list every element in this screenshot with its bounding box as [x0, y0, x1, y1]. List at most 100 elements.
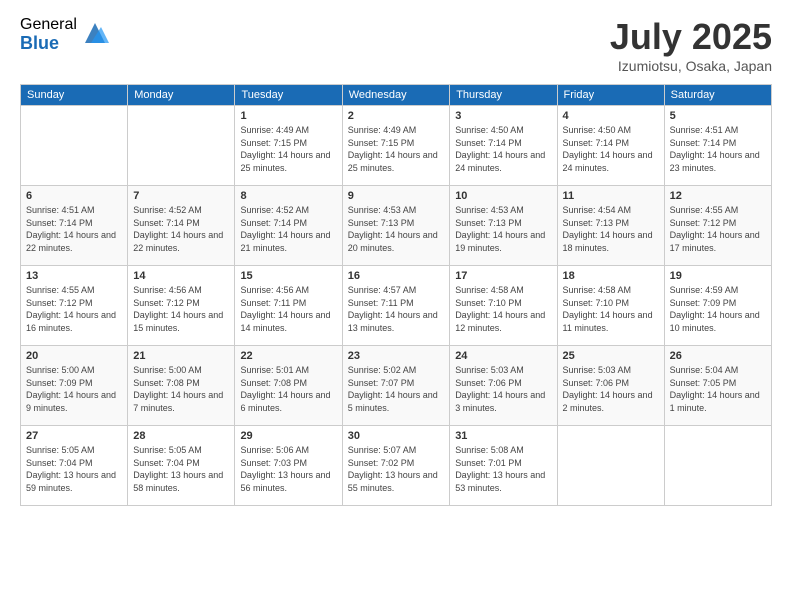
day-detail: Sunrise: 5:04 AM Sunset: 7:05 PM Dayligh…: [670, 364, 766, 414]
calendar-week-row: 27 Sunrise: 5:05 AM Sunset: 7:04 PM Dayli…: [21, 426, 772, 506]
day-detail: Sunrise: 4:51 AM Sunset: 7:14 PM Dayligh…: [26, 204, 122, 254]
calendar-day-cell: [664, 426, 771, 506]
calendar-week-row: 6 Sunrise: 4:51 AM Sunset: 7:14 PM Daylig…: [21, 186, 772, 266]
calendar-day-cell: 2 Sunrise: 4:49 AM Sunset: 7:15 PM Daylig…: [342, 106, 449, 186]
day-detail: Sunrise: 4:55 AM Sunset: 7:12 PM Dayligh…: [670, 204, 766, 254]
day-detail: Sunrise: 5:03 AM Sunset: 7:06 PM Dayligh…: [563, 364, 659, 414]
day-detail: Sunrise: 4:56 AM Sunset: 7:11 PM Dayligh…: [240, 284, 336, 334]
calendar-week-row: 13 Sunrise: 4:55 AM Sunset: 7:12 PM Dayli…: [21, 266, 772, 346]
day-detail: Sunrise: 5:05 AM Sunset: 7:04 PM Dayligh…: [26, 444, 122, 494]
day-number: 10: [455, 190, 551, 202]
title-block: July 2025 Izumiotsu, Osaka, Japan: [610, 16, 772, 74]
day-number: 13: [26, 270, 122, 282]
day-of-week-header: Tuesday: [235, 85, 342, 106]
day-detail: Sunrise: 5:07 AM Sunset: 7:02 PM Dayligh…: [348, 444, 444, 494]
day-number: 4: [563, 110, 659, 122]
calendar-day-cell: 6 Sunrise: 4:51 AM Sunset: 7:14 PM Daylig…: [21, 186, 128, 266]
day-detail: Sunrise: 4:50 AM Sunset: 7:14 PM Dayligh…: [455, 124, 551, 174]
day-number: 27: [26, 430, 122, 442]
calendar-day-cell: 8Sunrise: 4:52 AM Sunset: 7:14 PM Daylig…: [235, 186, 342, 266]
calendar-day-cell: 19 Sunrise: 4:59 AM Sunset: 7:09 PM Dayli…: [664, 266, 771, 346]
calendar-day-cell: 9 Sunrise: 4:53 AM Sunset: 7:13 PM Daylig…: [342, 186, 449, 266]
day-number: 12: [670, 190, 766, 202]
calendar-day-cell: 11Sunrise: 4:54 AM Sunset: 7:13 PM Dayli…: [557, 186, 664, 266]
day-of-week-header: Thursday: [450, 85, 557, 106]
day-detail: Sunrise: 4:52 AM Sunset: 7:14 PM Dayligh…: [240, 204, 336, 254]
day-number: 26: [670, 350, 766, 362]
day-number: 29: [240, 430, 336, 442]
calendar-day-cell: 16Sunrise: 4:57 AM Sunset: 7:11 PM Dayli…: [342, 266, 449, 346]
day-number: 20: [26, 350, 122, 362]
day-detail: Sunrise: 4:58 AM Sunset: 7:10 PM Dayligh…: [455, 284, 551, 334]
calendar-week-row: 20 Sunrise: 5:00 AM Sunset: 7:09 PM Dayli…: [21, 346, 772, 426]
day-detail: Sunrise: 5:00 AM Sunset: 7:09 PM Dayligh…: [26, 364, 122, 414]
calendar-day-cell: 13 Sunrise: 4:55 AM Sunset: 7:12 PM Dayli…: [21, 266, 128, 346]
calendar-day-cell: 24 Sunrise: 5:03 AM Sunset: 7:06 PM Dayli…: [450, 346, 557, 426]
day-detail: Sunrise: 5:02 AM Sunset: 7:07 PM Dayligh…: [348, 364, 444, 414]
day-number: 28: [133, 430, 229, 442]
day-detail: Sunrise: 5:00 AM Sunset: 7:08 PM Dayligh…: [133, 364, 229, 414]
month-title: July 2025: [610, 16, 772, 58]
day-detail: Sunrise: 4:50 AM Sunset: 7:14 PM Dayligh…: [563, 124, 659, 174]
calendar-day-cell: 1Sunrise: 4:49 AM Sunset: 7:15 PM Daylig…: [235, 106, 342, 186]
calendar-day-cell: 27 Sunrise: 5:05 AM Sunset: 7:04 PM Dayli…: [21, 426, 128, 506]
day-detail: Sunrise: 5:01 AM Sunset: 7:08 PM Dayligh…: [240, 364, 336, 414]
logo-icon: [81, 19, 109, 47]
calendar-day-cell: [21, 106, 128, 186]
calendar-day-cell: 17 Sunrise: 4:58 AM Sunset: 7:10 PM Dayli…: [450, 266, 557, 346]
calendar-table: SundayMondayTuesdayWednesdayThursdayFrid…: [20, 84, 772, 506]
day-detail: Sunrise: 5:06 AM Sunset: 7:03 PM Dayligh…: [240, 444, 336, 494]
day-of-week-header: Wednesday: [342, 85, 449, 106]
day-number: 24: [455, 350, 551, 362]
calendar-week-row: 1Sunrise: 4:49 AM Sunset: 7:15 PM Daylig…: [21, 106, 772, 186]
day-number: 9: [348, 190, 444, 202]
day-number: 16: [348, 270, 444, 282]
day-detail: Sunrise: 5:05 AM Sunset: 7:04 PM Dayligh…: [133, 444, 229, 494]
calendar-day-cell: 12 Sunrise: 4:55 AM Sunset: 7:12 PM Dayli…: [664, 186, 771, 266]
calendar-day-cell: 20 Sunrise: 5:00 AM Sunset: 7:09 PM Dayli…: [21, 346, 128, 426]
calendar-day-cell: [128, 106, 235, 186]
calendar-day-cell: 25 Sunrise: 5:03 AM Sunset: 7:06 PM Dayli…: [557, 346, 664, 426]
day-number: 23: [348, 350, 444, 362]
day-number: 5: [670, 110, 766, 122]
day-detail: Sunrise: 5:03 AM Sunset: 7:06 PM Dayligh…: [455, 364, 551, 414]
day-detail: Sunrise: 4:52 AM Sunset: 7:14 PM Dayligh…: [133, 204, 229, 254]
day-detail: Sunrise: 4:49 AM Sunset: 7:15 PM Dayligh…: [240, 124, 336, 174]
day-detail: Sunrise: 4:55 AM Sunset: 7:12 PM Dayligh…: [26, 284, 122, 334]
day-number: 25: [563, 350, 659, 362]
calendar-day-cell: 21 Sunrise: 5:00 AM Sunset: 7:08 PM Dayli…: [128, 346, 235, 426]
calendar-day-cell: 23 Sunrise: 5:02 AM Sunset: 7:07 PM Dayli…: [342, 346, 449, 426]
logo-general: General: [20, 16, 77, 34]
day-number: 6: [26, 190, 122, 202]
day-of-week-header: Sunday: [21, 85, 128, 106]
day-detail: Sunrise: 4:53 AM Sunset: 7:13 PM Dayligh…: [348, 204, 444, 254]
calendar-day-cell: 4 Sunrise: 4:50 AM Sunset: 7:14 PM Daylig…: [557, 106, 664, 186]
day-detail: Sunrise: 4:54 AM Sunset: 7:13 PM Dayligh…: [563, 204, 659, 254]
day-number: 21: [133, 350, 229, 362]
day-detail: Sunrise: 4:59 AM Sunset: 7:09 PM Dayligh…: [670, 284, 766, 334]
calendar-day-cell: 14Sunrise: 4:56 AM Sunset: 7:12 PM Dayli…: [128, 266, 235, 346]
day-of-week-header: Saturday: [664, 85, 771, 106]
calendar-day-cell: 30 Sunrise: 5:07 AM Sunset: 7:02 PM Dayli…: [342, 426, 449, 506]
day-number: 2: [348, 110, 444, 122]
day-detail: Sunrise: 5:08 AM Sunset: 7:01 PM Dayligh…: [455, 444, 551, 494]
calendar-header-row: SundayMondayTuesdayWednesdayThursdayFrid…: [21, 85, 772, 106]
day-number: 30: [348, 430, 444, 442]
day-number: 17: [455, 270, 551, 282]
day-detail: Sunrise: 4:51 AM Sunset: 7:14 PM Dayligh…: [670, 124, 766, 174]
day-detail: Sunrise: 4:58 AM Sunset: 7:10 PM Dayligh…: [563, 284, 659, 334]
calendar-day-cell: 29 Sunrise: 5:06 AM Sunset: 7:03 PM Dayli…: [235, 426, 342, 506]
day-number: 14: [133, 270, 229, 282]
calendar-day-cell: [557, 426, 664, 506]
day-number: 22: [240, 350, 336, 362]
calendar-day-cell: 22 Sunrise: 5:01 AM Sunset: 7:08 PM Dayli…: [235, 346, 342, 426]
calendar-day-cell: 18Sunrise: 4:58 AM Sunset: 7:10 PM Dayli…: [557, 266, 664, 346]
day-of-week-header: Friday: [557, 85, 664, 106]
day-number: 19: [670, 270, 766, 282]
day-detail: Sunrise: 4:49 AM Sunset: 7:15 PM Dayligh…: [348, 124, 444, 174]
day-number: 15: [240, 270, 336, 282]
calendar-day-cell: 15 Sunrise: 4:56 AM Sunset: 7:11 PM Dayli…: [235, 266, 342, 346]
location: Izumiotsu, Osaka, Japan: [610, 58, 772, 74]
calendar-day-cell: 26 Sunrise: 5:04 AM Sunset: 7:05 PM Dayli…: [664, 346, 771, 426]
day-of-week-header: Monday: [128, 85, 235, 106]
